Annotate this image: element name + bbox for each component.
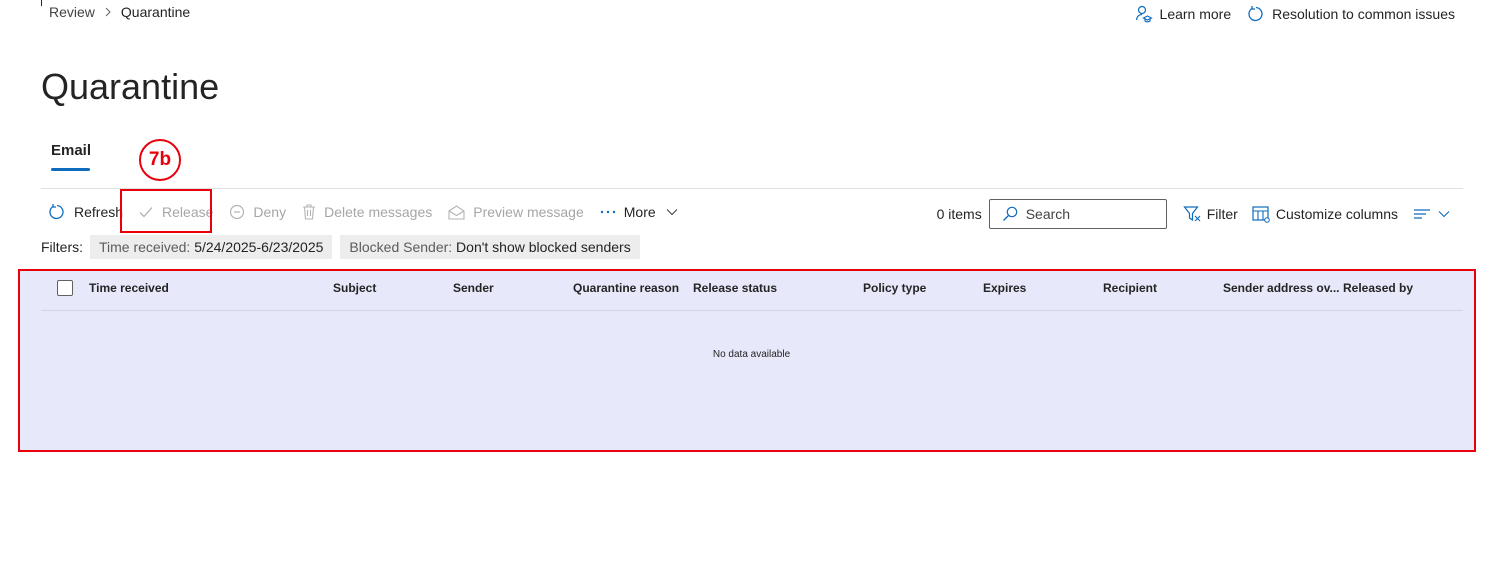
customize-columns-button[interactable]: Customize columns [1252, 205, 1398, 223]
column-header-expires[interactable]: Expires [983, 272, 1026, 304]
filter-chip-value: Don't show blocked senders [456, 239, 631, 255]
search-input[interactable] [1025, 206, 1156, 222]
page-title: Quarantine [41, 66, 220, 107]
search-box[interactable] [988, 199, 1167, 229]
tab-email[interactable]: Email [51, 142, 91, 159]
learn-more-link[interactable]: Learn more [1135, 5, 1232, 23]
filter-chip-key: Blocked Sender: [349, 239, 453, 255]
filter-chip-value: 5/24/2025-6/23/2025 [194, 239, 324, 255]
envelope-open-icon [448, 204, 473, 220]
preview-message-button[interactable]: Preview message [448, 201, 584, 223]
toolbar-divider [41, 188, 1463, 189]
learn-person-icon [1135, 5, 1160, 23]
filter-chip-time-received[interactable]: Time received: 5/24/2025-6/23/2025 [90, 235, 333, 259]
refresh-icon [48, 203, 74, 221]
filter-chip-key: Time received: [99, 239, 191, 255]
more-label: More [623, 204, 656, 220]
filters-bar: Filters: Time received: 5/24/2025-6/23/2… [41, 235, 648, 259]
delete-messages-button[interactable]: Delete messages [302, 201, 432, 223]
deny-circle-icon [229, 204, 253, 220]
deny-label: Deny [253, 204, 287, 220]
refresh-button[interactable]: Refresh [48, 201, 123, 223]
command-bar-right: 0 items Filter Customize columns [937, 198, 1456, 230]
breadcrumb-review-link[interactable]: Review [49, 4, 95, 20]
tab-active-indicator [51, 168, 90, 171]
column-header-sender-address-override[interactable]: Sender address ov... [1223, 272, 1340, 304]
refresh-label: Refresh [74, 204, 124, 220]
list-lines-icon [1414, 208, 1436, 220]
filter-chip-blocked-sender[interactable]: Blocked Sender: Don't show blocked sende… [340, 235, 640, 259]
release-annotation-box [120, 189, 212, 233]
table-header: Time received Subject Sender Quarantine … [41, 272, 1463, 311]
column-header-quarantine-reason[interactable]: Quarantine reason [573, 272, 679, 304]
view-options-button[interactable] [1414, 208, 1456, 220]
customize-columns-label: Customize columns [1275, 206, 1398, 222]
column-header-subject[interactable]: Subject [333, 272, 376, 304]
more-button[interactable]: More [600, 201, 686, 223]
filters-label: Filters: [41, 239, 83, 255]
columns-table-icon [1252, 205, 1276, 223]
column-header-release-status[interactable]: Release status [693, 272, 777, 304]
breadcrumb-current: Quarantine [120, 4, 191, 20]
resolution-link[interactable]: Resolution to common issues [1247, 5, 1455, 23]
breadcrumb-edge [41, 0, 42, 6]
column-header-policy-type[interactable]: Policy type [863, 272, 926, 304]
annotation-callout-7b: 7b [139, 139, 181, 181]
filter-button[interactable]: Filter [1183, 205, 1238, 223]
breadcrumb: Review Quarantine [49, 4, 190, 20]
chevron-down-icon [666, 208, 686, 216]
items-count: 0 items [936, 206, 982, 222]
chevron-right-icon [104, 7, 112, 17]
deny-button[interactable]: Deny [229, 201, 286, 223]
learn-more-label: Learn more [1159, 6, 1232, 22]
column-header-released-by[interactable]: Released by [1343, 272, 1413, 304]
preview-message-label: Preview message [473, 204, 584, 220]
column-header-time-received[interactable]: Time received [89, 272, 169, 304]
filter-icon [1183, 205, 1207, 223]
empty-state-message: No data available [712, 349, 791, 360]
header-links: Learn more Resolution to common issues [1135, 5, 1455, 23]
trash-icon [302, 204, 324, 220]
column-header-sender[interactable]: Sender [453, 272, 494, 304]
resolution-label: Resolution to common issues [1272, 6, 1455, 22]
delete-messages-label: Delete messages [324, 204, 433, 220]
chevron-down-icon [1438, 210, 1456, 218]
select-all-checkbox[interactable] [57, 280, 73, 296]
more-dots-icon [600, 210, 624, 214]
search-icon [1002, 206, 1026, 222]
refresh-circle-icon [1247, 5, 1272, 23]
column-header-recipient[interactable]: Recipient [1103, 272, 1157, 304]
filter-label: Filter [1206, 206, 1238, 222]
